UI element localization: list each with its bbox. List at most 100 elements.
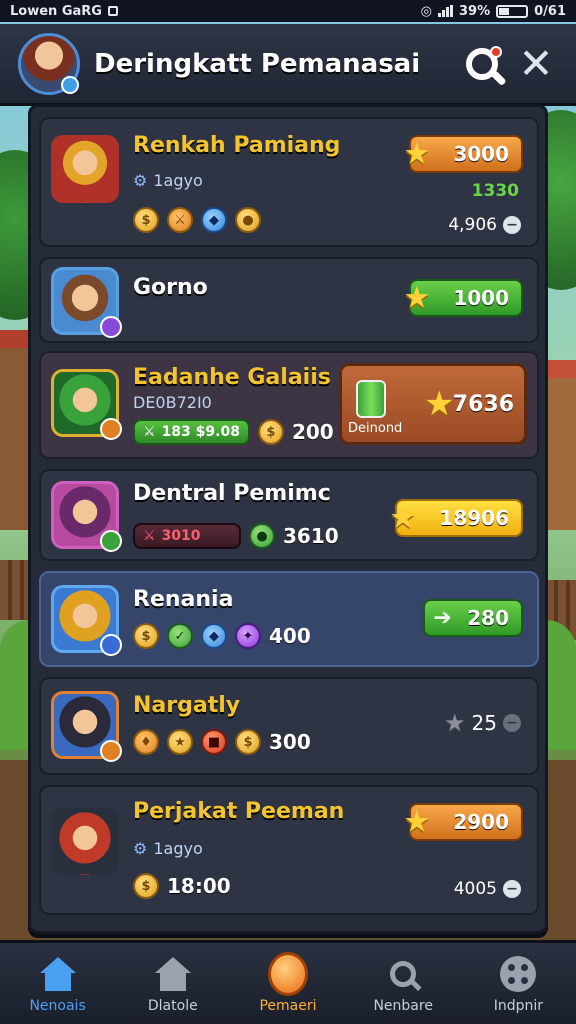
nav-label: Dlatole: [147, 997, 198, 1014]
hero-thumbnail: [51, 135, 119, 203]
list-item[interactable]: Renania $ ✓ ◆ ✦ 400 ➔ 280: [39, 571, 539, 667]
item-list-panel: Renkah Pamiang ⚙ 1agyo $ ⚔ ◆ ● ★ 3000 133…: [28, 104, 548, 934]
nav-label: Nenbare: [373, 997, 433, 1014]
leaf-icon: ✓: [167, 623, 193, 649]
bottom-nav: Nenoais Dlatole Pemaeri Nenbare Indpnir: [0, 940, 576, 1024]
coin-icon: $: [133, 873, 159, 899]
progress-pill: ⚔ 183 $9.08: [133, 419, 250, 445]
resource-icons: ♦ ★ ■ $ 300: [133, 729, 311, 755]
gem-icon: ◆: [201, 207, 227, 233]
star-icon: ★: [389, 500, 417, 536]
item-name: Dentral Pemimc: [133, 481, 331, 506]
menu-icon: [498, 954, 538, 994]
avatar-badge: [61, 75, 79, 94]
star-icon: ★: [403, 136, 431, 172]
signal-icon: [437, 5, 453, 17]
item-value: 400: [269, 624, 311, 648]
nav-item-menu[interactable]: Indpnir: [461, 943, 576, 1024]
coin-icon: $: [133, 207, 159, 233]
potion-icon: [356, 380, 386, 418]
arrow-icon: ➔: [433, 605, 452, 631]
sword-icon: ⚔: [143, 424, 156, 440]
item-name: Renkah Pamiang: [133, 133, 341, 158]
item-count: 4005−: [454, 879, 521, 899]
secondary-value: 1330: [471, 181, 519, 201]
resource-icons: ⚔ 183 $9.08 $ 200: [133, 419, 334, 445]
item-subtitle: ⚙ 1agyo: [133, 839, 203, 858]
buy-button[interactable]: ★ 18906: [389, 499, 523, 537]
rank-badge: [100, 740, 122, 762]
item-subtitle: DE0B72I0: [133, 393, 212, 412]
buy-button[interactable]: ➔ 280: [423, 599, 523, 637]
item-name: Perjakat Peeman: [133, 799, 345, 824]
minus-icon[interactable]: −: [503, 714, 521, 732]
page-title: Deringkatt Pemanasai: [94, 48, 421, 79]
list-item[interactable]: Dentral Pemimc ⚔ 3010 ● 3610 ★ 18906: [39, 469, 539, 561]
coin-icon: $: [257, 419, 284, 445]
hero-thumbnail: [51, 691, 122, 762]
star-icon: ★: [403, 280, 431, 316]
buy-button[interactable]: ★ 1000: [403, 279, 523, 317]
wifi-icon: ◎: [420, 3, 432, 19]
nav-label: Pemaeri: [259, 997, 317, 1014]
notification-icon: [107, 6, 118, 16]
house-icon: [153, 954, 193, 994]
hero-thumbnail: [51, 369, 122, 440]
list-item[interactable]: Gorno ★ 1000: [39, 257, 539, 343]
item-count: ★ 25 −: [444, 709, 521, 737]
rank-badge: [100, 316, 122, 338]
hero-thumbnail: [51, 807, 119, 875]
notification-dot: [490, 45, 502, 58]
close-button[interactable]: ✕: [514, 42, 558, 86]
orb-icon: [268, 951, 308, 996]
star-icon: ★: [424, 384, 455, 424]
nav-item-search[interactable]: Nenbare: [346, 943, 461, 1024]
hero-thumbnail: [51, 481, 122, 552]
rank-badge: [100, 418, 122, 440]
coin-icon: ●: [249, 523, 275, 549]
item-name: Eadanhe Galaiis: [133, 365, 331, 390]
featured-label: Deinond: [348, 421, 403, 436]
list-item[interactable]: Nargatly ♦ ★ ■ $ 300 ★ 25 −: [39, 677, 539, 775]
item-value: 18:00: [167, 874, 231, 898]
resource-icons: $ ⚔ ◆ ●: [133, 207, 261, 233]
nav-label: Nenoais: [29, 997, 86, 1014]
sword-icon: ⚔: [167, 207, 193, 233]
gear-icon: ⚙: [133, 839, 148, 858]
list-item[interactable]: Renkah Pamiang ⚙ 1agyo $ ⚔ ◆ ● ★ 3000 133…: [39, 117, 539, 247]
buy-button[interactable]: ★ 2900: [403, 803, 523, 841]
minus-icon[interactable]: −: [503, 216, 521, 234]
gem-icon: ◆: [201, 623, 227, 649]
crystal-icon: ✦: [235, 623, 261, 649]
item-value: 300: [269, 730, 311, 754]
status-bar: Lowen GaRG ◎ 39% 0/61: [0, 0, 576, 22]
search-icon: [383, 954, 423, 994]
minus-icon[interactable]: −: [503, 880, 521, 898]
nav-item-home[interactable]: Nenoais: [0, 943, 115, 1024]
shield-icon: ■: [201, 729, 227, 755]
featured-value: 7636: [452, 392, 514, 417]
gear-icon: ⚙: [133, 171, 148, 190]
item-subtitle: ⚙ 1agyo: [133, 171, 203, 190]
featured-offer[interactable]: Deinond ★ 7636: [339, 363, 527, 445]
star-icon: ★: [444, 709, 466, 737]
nav-item-dlatole[interactable]: Dlatole: [115, 943, 230, 1024]
hero-avatar-icon[interactable]: [18, 32, 80, 95]
resource-icons: $ ✓ ◆ ✦ 400: [133, 623, 311, 649]
item-name: Gorno: [133, 275, 208, 300]
resource-icons: $ 18:00: [133, 873, 231, 899]
list-item[interactable]: Perjakat Peeman ⚙ 1agyo $ 18:00 ★ 2900 40…: [39, 785, 539, 915]
item-value: 3610: [283, 524, 339, 548]
search-button[interactable]: [460, 42, 504, 86]
item-value: 200: [291, 420, 334, 444]
star-icon: ★: [403, 804, 431, 840]
coin-icon: $: [133, 623, 159, 649]
nav-item-pemaeri[interactable]: Pemaeri: [230, 943, 345, 1024]
close-icon: ✕: [518, 38, 554, 88]
item-count: 4,906−: [448, 215, 521, 235]
rank-badge: [100, 530, 122, 552]
buy-button[interactable]: ★ 3000: [403, 135, 523, 173]
list-item[interactable]: Eadanhe Galaiis DE0B72I0 ⚔ 183 $9.08 $ 20…: [39, 351, 539, 459]
hero-thumbnail: [51, 585, 122, 656]
progress-pill: ⚔ 3010: [133, 523, 241, 549]
